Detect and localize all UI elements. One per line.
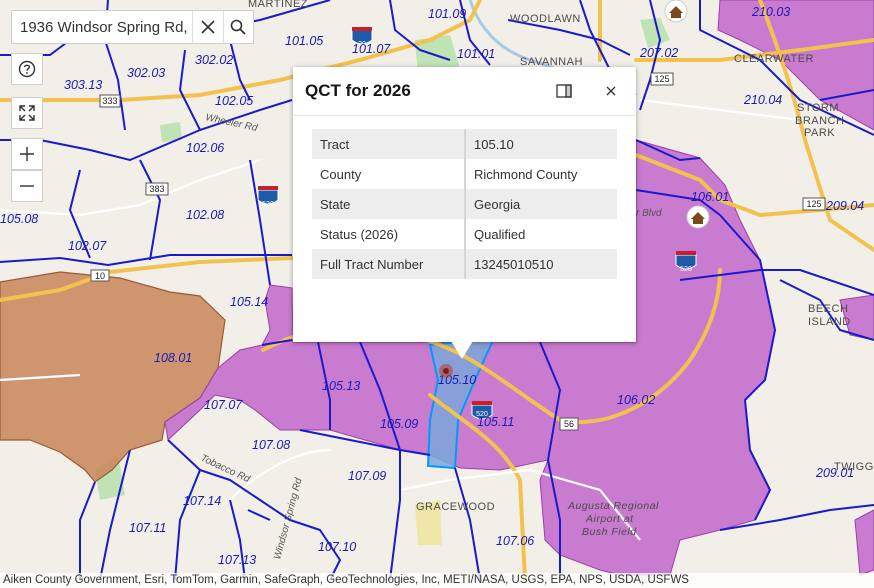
interstate-520-b-text: 520 — [680, 266, 692, 273]
attribute-value: Richmond County — [474, 166, 578, 182]
plus-icon — [20, 147, 34, 161]
help-button[interactable] — [11, 53, 43, 85]
close-icon — [606, 86, 616, 96]
tract-label: 101.09 — [428, 7, 466, 21]
tract-label: 107.06 — [496, 534, 534, 548]
attribute-value: Georgia — [465, 189, 617, 219]
place-label: GRACEWOOD — [416, 501, 495, 513]
tract-label: 105.13 — [322, 379, 360, 393]
popup-pointer — [451, 341, 473, 359]
route-333-text: 333 — [102, 96, 117, 106]
table-row: Status (2026) Qualified — [312, 219, 617, 249]
tract-label: 102.05 — [215, 94, 253, 108]
tract-label: 101.05 — [285, 34, 323, 48]
fullscreen-button[interactable] — [11, 97, 43, 129]
attribute-value: Qualified — [474, 226, 526, 242]
search-widget — [11, 10, 254, 44]
attribute-value: 13245010510 — [465, 249, 617, 279]
place-label: Augusta Regional — [567, 500, 659, 512]
clear-search-button[interactable] — [192, 11, 223, 43]
tract-label: 107.11 — [129, 521, 166, 535]
place-label: TWIGG — [834, 461, 874, 473]
tract-label: 106.01 — [691, 190, 729, 204]
attribute-label: Status (2026) — [312, 219, 466, 249]
search-button[interactable] — [222, 11, 254, 43]
place-label: STORM — [797, 102, 839, 114]
tract-label: 108.01 — [154, 351, 192, 365]
tract-label: 107.14 — [183, 494, 221, 508]
route-56-text: 56 — [564, 419, 574, 429]
tract-label: 303.13 — [64, 78, 102, 92]
tract-label: 106.02 — [617, 393, 655, 407]
tract-label: 105.08 — [0, 212, 38, 226]
tract-label: 302.02 — [195, 53, 233, 67]
tract-label: 207.02 — [639, 46, 678, 60]
tract-label: 102.08 — [186, 208, 224, 222]
minus-icon — [20, 185, 34, 187]
search-icon — [230, 19, 246, 35]
tract-label: 107.13 — [218, 553, 256, 567]
dock-icon — [556, 84, 572, 98]
location-marker — [439, 364, 453, 378]
search-input[interactable] — [12, 17, 192, 37]
place-label: BEECH — [808, 303, 848, 315]
tract-label: 107.10 — [318, 540, 356, 554]
table-row: Tract 105.10 — [312, 129, 617, 159]
tract-label: 107.09 — [348, 469, 386, 483]
tract-label: 101.07 — [352, 42, 391, 56]
map-attribution: Aiken County Government, Esri, TomTom, G… — [0, 573, 874, 588]
expand-icon — [19, 105, 35, 121]
route-10-text: 10 — [95, 271, 105, 281]
tract-label: 302.03 — [127, 66, 165, 80]
route-383-text: 383 — [149, 184, 164, 194]
popup-title: QCT for 2026 — [305, 81, 411, 100]
tract-label: 105.14 — [230, 295, 268, 309]
tract-label: 107.08 — [252, 438, 290, 452]
place-label: PARK — [804, 127, 835, 139]
tract-label: 107.07 — [204, 398, 243, 412]
table-row: State Georgia — [312, 189, 617, 219]
zoom-in-button[interactable] — [11, 138, 43, 170]
tract-label: 209.04 — [825, 199, 864, 213]
popup-divider — [293, 115, 636, 116]
table-row: County Richmond County — [312, 159, 617, 189]
dock-popup-button[interactable] — [553, 81, 575, 101]
zoom-out-button[interactable] — [11, 170, 43, 202]
close-icon — [201, 20, 215, 34]
attribute-label: Tract — [312, 129, 466, 159]
attribute-label: State — [312, 189, 466, 219]
place-label: CLEARWATER — [734, 53, 814, 65]
place-label: Bush Field — [582, 526, 637, 538]
tract-label: 210.03 — [751, 5, 790, 19]
place-label: MARTINEZ — [248, 0, 308, 10]
close-popup-button[interactable] — [600, 81, 622, 101]
place-label: ISLAND — [808, 316, 851, 328]
street-label: r Blvd — [636, 208, 662, 219]
place-label: BRANCH — [795, 115, 844, 127]
tract-label: 102.06 — [186, 141, 224, 155]
attribute-table: Tract 105.10 County Richmond County State G… — [312, 129, 617, 279]
place-label: WOODLAWN — [510, 13, 581, 25]
tract-label: 102.07 — [68, 239, 107, 253]
feature-popup: QCT for 2026 Tract 105.10 County Richmond … — [293, 67, 636, 342]
attribute-label: Full Tract Number — [312, 249, 466, 279]
tract-label: 210.04 — [743, 93, 782, 107]
route-125-b-text: 125 — [806, 199, 821, 209]
tract-label: 105.09 — [380, 417, 418, 431]
route-125-a-text: 125 — [654, 74, 669, 84]
interstate-520-a-text: 520 — [262, 201, 274, 208]
tract-label: 105.11 — [477, 415, 514, 429]
tract-label: 101.01 — [457, 47, 495, 61]
question-mark-icon — [18, 60, 36, 78]
place-label: Airport at — [585, 513, 634, 525]
attribute-value: 105.10 — [465, 129, 617, 159]
table-row: Full Tract Number 13245010510 — [312, 249, 617, 279]
attribute-label: County — [312, 159, 466, 189]
